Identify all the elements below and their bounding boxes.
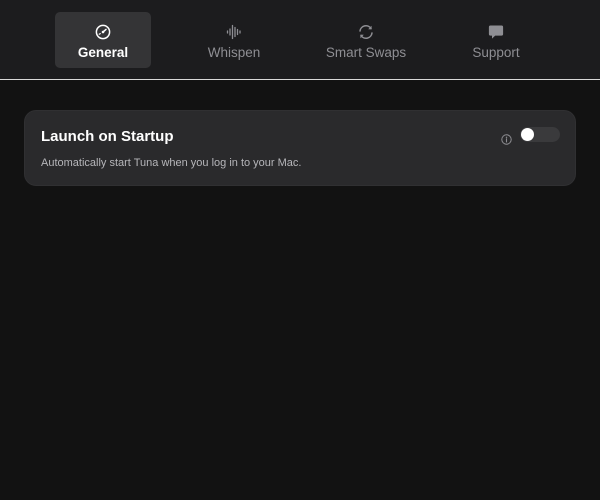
tab-general[interactable]: General bbox=[55, 12, 151, 68]
setting-title: Launch on Startup bbox=[41, 128, 174, 145]
toggle-knob bbox=[521, 128, 534, 141]
speedometer-gear-icon bbox=[93, 22, 113, 42]
tab-support[interactable]: Support bbox=[448, 12, 544, 68]
launch-on-startup-toggle[interactable] bbox=[520, 127, 560, 142]
setting-description: Automatically start Tuna when you log in… bbox=[41, 157, 302, 169]
tab-label: Support bbox=[472, 45, 520, 60]
tab-label: General bbox=[77, 45, 129, 60]
tab-whispen[interactable]: Whispen bbox=[186, 12, 282, 68]
tab-smart-swaps[interactable]: Smart Swaps bbox=[317, 12, 415, 68]
waveform-icon bbox=[224, 22, 244, 42]
tab-label: Whispen bbox=[207, 45, 261, 60]
info-icon[interactable] bbox=[501, 132, 512, 145]
launch-on-startup-setting: Launch on Startup Automatically start Tu… bbox=[24, 110, 576, 186]
refresh-arrows-icon bbox=[356, 22, 376, 42]
preferences-toolbar: General Whispen Smart Swaps Support bbox=[0, 0, 600, 80]
chat-bubble-icon bbox=[486, 22, 506, 42]
tab-label: Smart Swaps bbox=[325, 45, 407, 60]
